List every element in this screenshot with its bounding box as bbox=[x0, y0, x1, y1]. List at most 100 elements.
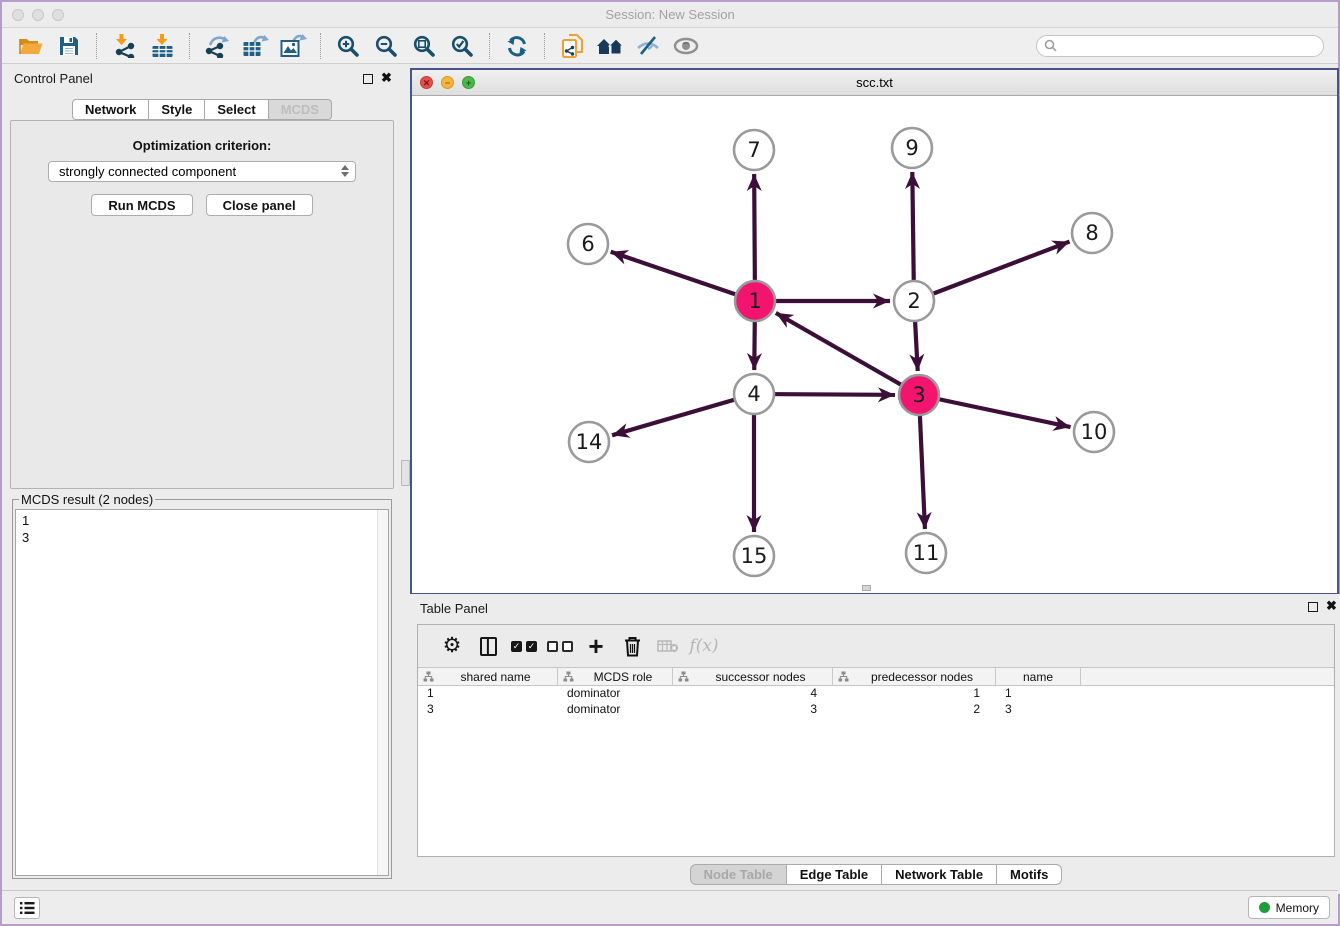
graph-node-7[interactable]: 7 bbox=[734, 130, 774, 170]
tab-node-table[interactable]: Node Table bbox=[690, 864, 787, 885]
column-visibility-icon[interactable] bbox=[470, 631, 506, 661]
tab-mcds[interactable]: MCDS bbox=[269, 99, 332, 120]
graph-edge-3-10[interactable] bbox=[919, 395, 1071, 427]
graph-node-10[interactable]: 10 bbox=[1074, 412, 1114, 452]
add-row-icon[interactable]: + bbox=[578, 631, 614, 661]
table-settings-icon[interactable]: ⚙ bbox=[434, 631, 470, 661]
refresh-icon[interactable] bbox=[502, 31, 532, 61]
table-cell[interactable]: 1 bbox=[996, 686, 1081, 702]
control-panel-header: Control Panel ✖ bbox=[2, 68, 402, 92]
home-layout-icon[interactable] bbox=[595, 31, 625, 61]
float-table-panel-icon[interactable] bbox=[1308, 602, 1318, 612]
control-panel-title: Control Panel bbox=[14, 71, 93, 86]
zoom-fit-icon[interactable] bbox=[409, 31, 439, 61]
column-header-name[interactable]: name bbox=[996, 668, 1081, 685]
mcds-panel: Optimization criterion: strongly connect… bbox=[10, 120, 394, 489]
network-canvas[interactable]: 7 9 6 8 1 2 4 3 14 10 15 11 bbox=[412, 96, 1337, 593]
memory-label: Memory bbox=[1276, 901, 1319, 915]
graph-edge-4-14[interactable] bbox=[612, 394, 754, 435]
table-cell[interactable]: 3 bbox=[673, 702, 833, 718]
column-header-mcds-role[interactable]: MCDS role bbox=[558, 668, 673, 685]
table-panel-title: Table Panel bbox=[420, 601, 488, 616]
result-line: 1 bbox=[22, 512, 382, 529]
select-all-rows-icon[interactable]: ✓✓ bbox=[506, 631, 542, 661]
import-table-icon[interactable] bbox=[147, 31, 177, 61]
tab-network-table[interactable]: Network Table bbox=[882, 864, 997, 885]
graph-node-1[interactable]: 1 bbox=[735, 281, 775, 321]
save-session-icon[interactable] bbox=[54, 31, 84, 61]
mcds-result-text[interactable]: 13 bbox=[15, 509, 389, 876]
network-view-frame: ✕ − + scc.txt 7 9 6 8 1 2 4 3 14 10 15 11 bbox=[410, 68, 1339, 594]
criterion-dropdown[interactable]: strongly connected component bbox=[48, 161, 356, 182]
graph-node-4[interactable]: 4 bbox=[734, 374, 774, 414]
svg-text:15: 15 bbox=[741, 544, 768, 568]
table-cell[interactable]: 3 bbox=[418, 702, 558, 718]
search-input[interactable] bbox=[1062, 39, 1312, 53]
zoom-in-icon[interactable] bbox=[333, 31, 363, 61]
graph-node-2[interactable]: 2 bbox=[894, 281, 934, 321]
export-table-icon[interactable] bbox=[240, 31, 270, 61]
graph-edge-3-1[interactable] bbox=[776, 313, 919, 395]
zoom-selected-icon[interactable] bbox=[447, 31, 477, 61]
window-title: Session: New Session bbox=[2, 7, 1338, 22]
result-scrollbar[interactable] bbox=[377, 510, 388, 875]
table-cell[interactable]: 3 bbox=[996, 702, 1081, 718]
memory-button[interactable]: Memory bbox=[1248, 896, 1330, 919]
column-header-successor-nodes[interactable]: successor nodes bbox=[673, 668, 833, 685]
graph-node-14[interactable]: 14 bbox=[569, 422, 609, 462]
tab-edge-table[interactable]: Edge Table bbox=[787, 864, 882, 885]
table-cell[interactable]: 1 bbox=[833, 686, 996, 702]
graph-node-15[interactable]: 15 bbox=[734, 536, 774, 576]
open-session-icon[interactable] bbox=[16, 31, 46, 61]
delete-row-icon[interactable] bbox=[614, 631, 650, 661]
float-panel-icon[interactable] bbox=[363, 74, 373, 84]
graph-node-6[interactable]: 6 bbox=[568, 224, 608, 264]
close-panel-icon[interactable]: ✖ bbox=[381, 71, 392, 85]
run-mcds-button[interactable]: Run MCDS bbox=[91, 194, 192, 216]
network-frame-titlebar[interactable]: ✕ − + scc.txt bbox=[412, 70, 1337, 96]
table-row[interactable]: 3dominator323 bbox=[418, 702, 1334, 718]
application-window: Session: New Session Control Panel ✖ bbox=[0, 0, 1340, 926]
graph-node-8[interactable]: 8 bbox=[1072, 213, 1112, 253]
tab-network[interactable]: Network bbox=[72, 99, 149, 120]
export-image-icon[interactable] bbox=[278, 31, 308, 61]
result-line: 3 bbox=[22, 529, 382, 546]
svg-text:7: 7 bbox=[747, 138, 760, 162]
close-panel-button[interactable]: Close panel bbox=[206, 194, 313, 216]
import-network-icon[interactable] bbox=[109, 31, 139, 61]
close-table-panel-icon[interactable]: ✖ bbox=[1326, 599, 1337, 613]
table-panel-tabs: Node TableEdge TableNetwork TableMotifs bbox=[410, 864, 1340, 885]
export-network-icon[interactable] bbox=[202, 31, 232, 61]
column-header-predecessor-nodes[interactable]: predecessor nodes bbox=[833, 668, 996, 685]
graph-node-9[interactable]: 9 bbox=[892, 128, 932, 168]
graph-node-3[interactable]: 3 bbox=[899, 375, 939, 415]
svg-text:1: 1 bbox=[748, 289, 761, 313]
table-cell[interactable]: dominator bbox=[558, 702, 673, 718]
function-builder-icon: f(x) bbox=[686, 631, 722, 661]
svg-text:8: 8 bbox=[1085, 221, 1098, 245]
toolbar-separator bbox=[489, 33, 490, 59]
hide-panel-icon[interactable] bbox=[633, 31, 663, 61]
table-cell[interactable]: dominator bbox=[558, 686, 673, 702]
table-row[interactable]: 1dominator411 bbox=[418, 686, 1334, 702]
deselect-all-rows-icon[interactable] bbox=[542, 631, 578, 661]
tab-select[interactable]: Select bbox=[205, 99, 268, 120]
tab-style[interactable]: Style bbox=[149, 99, 205, 120]
network-graph[interactable]: 7 9 6 8 1 2 4 3 14 10 15 11 bbox=[412, 96, 1337, 593]
svg-text:2: 2 bbox=[907, 289, 920, 313]
graph-edge-2-8[interactable] bbox=[914, 242, 1070, 301]
frame-resize-grip[interactable] bbox=[862, 585, 871, 591]
show-panel-icon[interactable] bbox=[671, 31, 701, 61]
table-cell[interactable]: 1 bbox=[418, 686, 558, 702]
zoom-out-icon[interactable] bbox=[371, 31, 401, 61]
tab-motifs[interactable]: Motifs bbox=[997, 864, 1062, 885]
clone-network-icon[interactable] bbox=[557, 31, 587, 61]
table-cell[interactable]: 4 bbox=[673, 686, 833, 702]
table-cell[interactable]: 2 bbox=[833, 702, 996, 718]
graph-node-11[interactable]: 11 bbox=[906, 533, 946, 573]
column-header-shared-name[interactable]: shared name bbox=[418, 668, 558, 685]
table-rows: 1dominator4113dominator323 bbox=[418, 686, 1334, 718]
graph-edge-1-6[interactable] bbox=[611, 252, 755, 301]
panel-splitter-grip[interactable] bbox=[401, 460, 410, 486]
task-history-button[interactable] bbox=[14, 897, 40, 919]
